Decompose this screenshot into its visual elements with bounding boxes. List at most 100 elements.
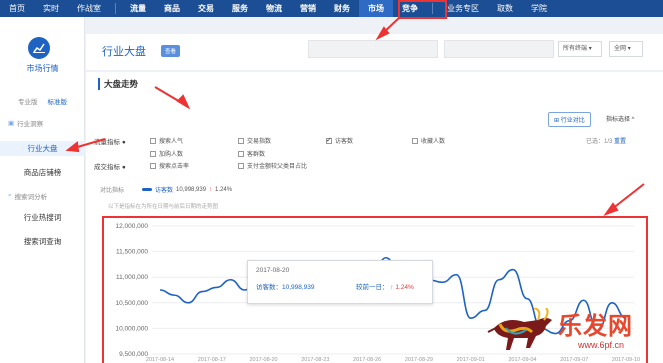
nav-item-14[interactable]: 学院 [522,0,556,17]
checkbox-checked[interactable] [326,136,332,144]
channel-select[interactable]: 全网 ▾ [609,41,643,57]
legend-change: 1.24% [215,186,233,193]
help-icon: ● [121,164,126,171]
y-tick-label: 9,500,000 [119,351,148,358]
legend-series-value: 10,998,939 [176,186,207,193]
sidebar-item-hot-search[interactable]: 行业热搜词 [0,210,85,225]
y-tick-label: 10,000,000 [115,325,148,332]
folder-icon: ▣ [8,120,15,127]
sidebar-section-label: 搜索词分析 [14,194,48,201]
checkbox[interactable] [150,137,156,144]
checkbox-label: 访客数 [335,139,354,145]
checkbox-customer-groups[interactable]: 客群数 [238,149,265,158]
tooltip-compare-value: 1.24% [395,284,414,291]
nav-item-1[interactable]: 实时 [34,0,68,17]
nav-item-7[interactable]: 物流 [257,0,291,17]
checkbox-pay-amount-share[interactable]: 支付金额较父类目占比 [238,161,307,170]
checkbox-search-ctr[interactable]: 搜索点击率 [150,161,189,170]
arrow-up-icon: ↑ [209,186,213,193]
y-tick-label: 10,500,000 [115,300,148,307]
x-tick-label: 2017-08-14 [146,357,174,363]
y-tick-label: 11,000,000 [116,274,148,281]
nav-item-13[interactable]: 取数 [488,0,522,17]
checkbox-favorites[interactable]: 收藏人数 [412,136,445,145]
checkbox-add-cart[interactable]: 加购人数 [150,149,183,158]
checkbox[interactable] [150,150,156,157]
nav-item-10[interactable]: 市场 [359,0,393,17]
legend-series[interactable]: 访客数 10,998,939 ↑ 1.24% [142,185,232,194]
watermark: 乐发网 www.6pf.cn [486,300,661,362]
page-title: 行业大盘 [102,46,146,58]
watermark-url: www.6pf.cn [578,340,625,350]
nav-item-6[interactable]: 服务 [223,0,257,17]
x-tick-label: 2017-08-26 [353,357,381,363]
nav-item-2[interactable]: 作战室 [68,0,110,17]
sidebar-item-industry-overview[interactable]: 行业大盘 [0,141,85,156]
selected-count: 已选：1/3 [586,139,613,145]
nav-item-9[interactable]: 财务 [325,0,359,17]
tooltip-row: 访客数：10,998,939 [256,281,315,291]
checkbox[interactable] [238,150,244,157]
chevron-down-icon: ▾ [588,46,592,52]
legend-series-label: 访客数 [155,188,174,194]
x-tick-label: 2017-09-01 [457,357,485,363]
filter-row1-text: 流量指标 [94,139,120,146]
y-tick-label: 11,500,000 [116,249,148,256]
sidebar-section-label: 行业洞察 [17,121,44,128]
chart-hint: 以下是指标在为所在日期与前后日期的走势图 [108,204,219,210]
y-tick-label: 12,000,000 [115,223,148,230]
checkbox[interactable] [238,137,244,144]
nav-item-5[interactable]: 交易 [189,0,223,17]
checkbox-label: 支付金额较父类目占比 [247,164,308,170]
checkbox[interactable] [150,162,156,169]
checkbox-label: 收藏人数 [421,139,446,145]
nav-item-8[interactable]: 营销 [291,0,325,17]
checkbox[interactable] [412,137,418,144]
checkbox-visitors[interactable]: 访客数 [326,136,353,145]
nav-item-0[interactable]: 首页 [0,0,34,17]
checkbox-label: 搜索点击率 [159,164,190,170]
sidebar-item-search-query[interactable]: 搜索词查询 [0,234,85,249]
sidebar-item-product-shop-rank[interactable]: 商品店铺榜 [0,165,85,180]
title-badge[interactable]: 查看 [161,45,181,57]
indicator-select-link[interactable]: 指标选择 ^ [606,114,634,123]
page-header: 行业大盘 查看 所有终端 ▾ 全网 ▾ [86,34,663,70]
checkbox[interactable] [238,162,244,169]
legend-swatch [142,188,152,191]
nav-separator [432,3,433,14]
nav-item-11[interactable]: 竞争 [393,0,427,17]
filter-row2-label: 成交指标 ● [94,161,126,171]
tooltip-date: 2017-08-20 [256,267,290,274]
blurred-date-selector[interactable] [444,40,554,58]
reset-link[interactable]: 重置 [614,136,626,145]
market-logo-icon [28,37,50,59]
terminal-select[interactable]: 所有终端 ▾ [558,41,602,57]
blurred-category-selector[interactable] [308,40,438,58]
terminal-select-value: 所有终端 [563,46,588,52]
checkbox-trade-index[interactable]: 交易指数 [238,136,271,145]
search-icon: ⌕ [8,192,12,199]
sidebar-section-search: ⌕ 搜索词分析 [8,191,47,201]
sidebar-title: 市场行情 [26,64,59,73]
nav-item-3[interactable]: 流量 [121,0,155,17]
tab-pro-edition[interactable]: 专业版 [18,96,38,106]
nav-item-12[interactable]: 业务专区 [438,0,488,17]
sidebar-section-industry: ▣ 行业洞察 [8,118,43,128]
chevron-down-icon: ▾ [627,46,631,52]
nav-item-4[interactable]: 商品 [155,0,189,17]
tab-standard-edition[interactable]: 标准版 [48,96,68,106]
tooltip-compare: 较前一日： ↑ 1.24% [356,281,414,291]
x-tick-label: 2017-08-29 [405,357,433,363]
checkbox-search-popularity[interactable]: 搜索人气 [150,136,183,145]
nav-separator [115,3,116,14]
checkbox-label: 搜索人气 [159,139,184,145]
checkbox-label: 加购人数 [159,152,184,158]
sidebar: 市场行情 专业版 标准版 ▣ 行业洞察 行业大盘 商品店铺榜 ⌕ 搜索词分析 行… [0,17,85,363]
x-tick-label: 2017-08-20 [249,357,277,363]
industry-compare-button[interactable]: ⊞ 行业对比 [548,112,591,127]
filter-row2-text: 成交指标 [94,164,120,171]
help-icon: ● [121,139,126,146]
x-tick-label: 2017-08-17 [198,357,226,363]
section-title: 大盘走势 [98,78,138,90]
channel-select-value: 全网 [614,46,627,52]
